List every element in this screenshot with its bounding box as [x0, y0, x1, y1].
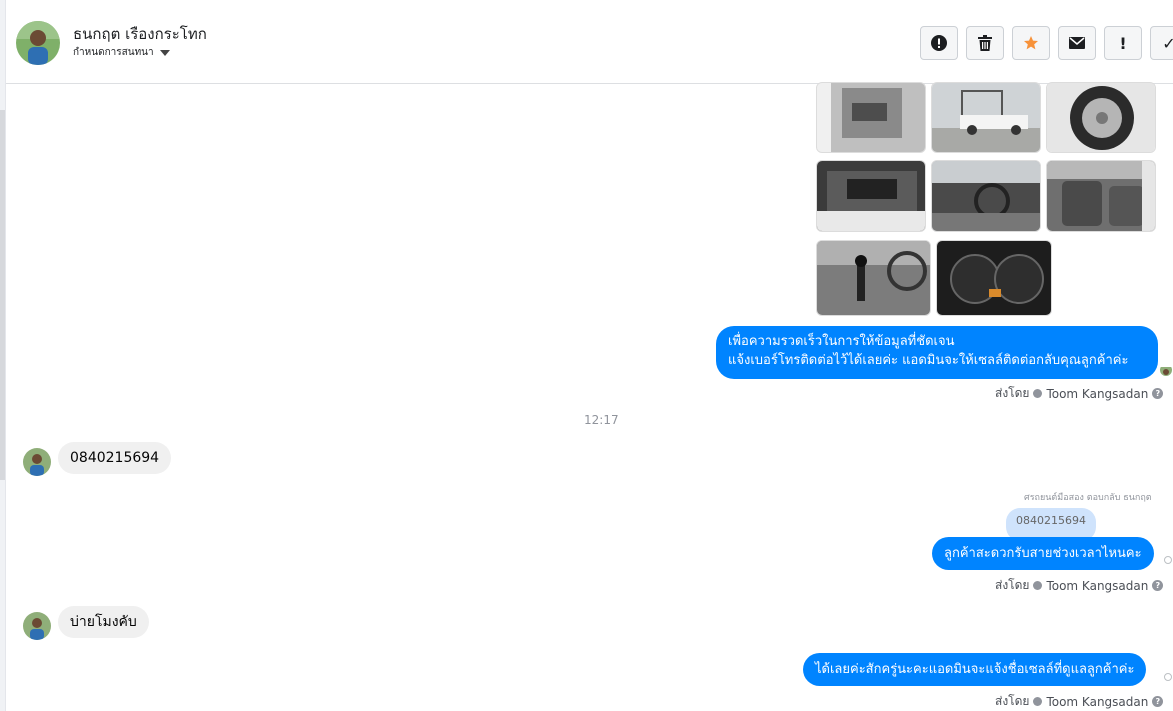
contact-name[interactable]: ธนกฤต เรืองกระโทก — [73, 22, 207, 46]
delete-button[interactable] — [966, 26, 1004, 60]
help-icon[interactable]: ? — [1152, 388, 1164, 399]
outgoing-message-bubble[interactable]: ได้เลยค่ะสักครู่นะคะแอดมินจะแจ้งชื่อเซลล… — [803, 653, 1147, 686]
left-scroll-rail[interactable] — [0, 0, 6, 711]
incoming-message-bubble[interactable]: บ่ายโมงคับ — [58, 606, 149, 638]
mark-unread-button[interactable] — [1058, 26, 1096, 60]
outgoing-message-bubble[interactable]: ลูกค้าสะดวกรับสายช่วงเวลาไหนคะ — [932, 537, 1154, 570]
alert-circle-icon — [931, 35, 947, 51]
scrollbar-thumb[interactable] — [0, 110, 5, 480]
car-photo-exterior[interactable] — [931, 82, 1041, 153]
caret-down-icon — [159, 49, 170, 56]
delivered-icon — [1164, 673, 1172, 681]
seen-avatar — [1160, 364, 1172, 376]
message-timestamp: 12:17 — [584, 413, 619, 427]
car-photo-dashboard[interactable] — [931, 160, 1041, 232]
mark-spam-button[interactable] — [920, 26, 958, 60]
sender-name: Toom Kangsadan — [1046, 578, 1149, 593]
sent-by-label: ส่งโดย — [995, 386, 1030, 400]
message-text-line: แจ้งเบอร์โทรติดต่อไว้ได้เลยค่ะ แอดมินจะใ… — [728, 353, 1129, 368]
incoming-message-bubble[interactable]: 0840215694 — [58, 442, 172, 474]
car-photo-engine[interactable] — [816, 160, 926, 232]
sent-by-info: ส่งโดย Toom Kangsadan ? — [995, 384, 1164, 403]
contact-avatar-small — [23, 612, 51, 640]
verified-icon — [1033, 389, 1043, 398]
sender-name: Toom Kangsadan — [1046, 386, 1149, 401]
contact-avatar-small — [23, 448, 51, 476]
reply-context-note: ศรถยนต์มือสอง ตอบกลับ ธนกฤต — [1024, 493, 1152, 503]
sent-by-label: ส่งโดย — [995, 578, 1030, 592]
contact-avatar[interactable] — [16, 21, 60, 65]
car-photo-door[interactable] — [816, 82, 926, 153]
star-icon — [1024, 36, 1038, 50]
conversation-label: กำหนดการสนทนา — [73, 47, 154, 58]
conversation-label-dropdown[interactable]: กำหนดการสนทนา — [73, 45, 170, 60]
sent-by-label: ส่งโดย — [995, 694, 1030, 708]
sender-name: Toom Kangsadan — [1046, 694, 1149, 709]
car-photo-gear[interactable] — [816, 240, 931, 316]
check-icon: ✓ — [1162, 33, 1173, 53]
sent-by-info: ส่งโดย Toom Kangsadan ? — [995, 576, 1164, 595]
outgoing-message-bubble[interactable]: เพื่อความรวดเร็วในการให้ข้อมูลที่ชัดเจน … — [716, 326, 1158, 379]
verified-icon — [1033, 697, 1043, 706]
exclamation-icon: ! — [1119, 33, 1127, 53]
conversation-header: ธนกฤต เรืองกระโทก กำหนดการสนทนา ! ✓ — [6, 0, 1173, 84]
car-photo-gauges[interactable] — [936, 240, 1052, 316]
star-button[interactable] — [1012, 26, 1050, 60]
car-photo-seats[interactable] — [1046, 160, 1156, 232]
verified-icon — [1033, 581, 1043, 590]
follow-up-button[interactable]: ! — [1104, 26, 1142, 60]
delivered-icon — [1164, 556, 1172, 564]
car-photo-wheel[interactable] — [1046, 82, 1156, 153]
help-icon[interactable]: ? — [1152, 580, 1164, 591]
help-icon[interactable]: ? — [1152, 696, 1164, 707]
trash-icon — [978, 35, 992, 51]
sent-by-info: ส่งโดย Toom Kangsadan ? — [995, 692, 1164, 711]
mark-done-button[interactable]: ✓ — [1150, 26, 1173, 60]
header-actions: ! ✓ — [920, 26, 1173, 60]
envelope-icon — [1069, 37, 1085, 49]
message-text-line: เพื่อความรวดเร็วในการให้ข้อมูลที่ชัดเจน — [728, 334, 955, 349]
